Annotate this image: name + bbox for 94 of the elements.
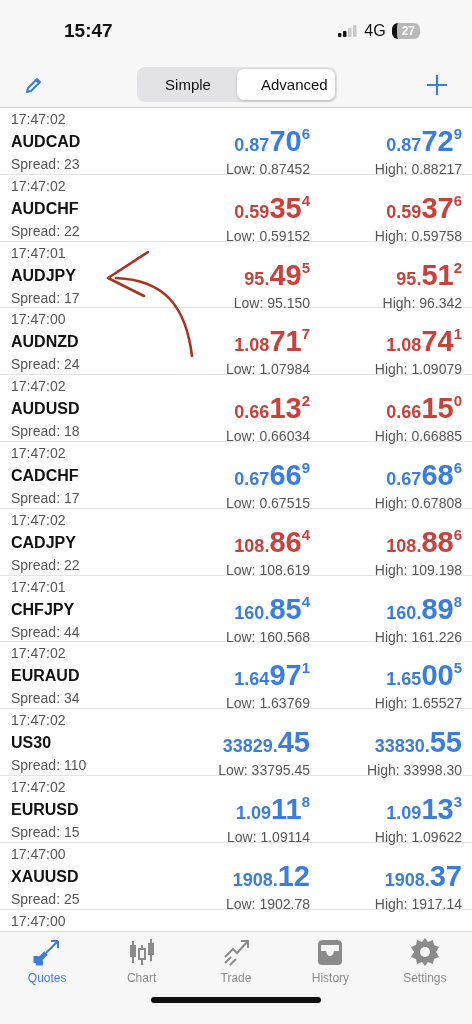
ask-price: 160.89$^{8}$ [386, 593, 462, 627]
tab-bar-item[interactable]: Quotes [0, 937, 95, 985]
spread-label: Spread: 23 [11, 156, 81, 173]
high-label: High: 1917.14 [374, 895, 462, 913]
spread-label: Spread: 17 [11, 490, 81, 507]
symbol-name[interactable]: EURAUD [11, 662, 160, 691]
bid-price: 1.6497$^{1}$ [234, 660, 310, 694]
high-label: High: 33998.30 [367, 762, 462, 780]
high-label: High: 0.66885 [374, 428, 462, 446]
bid-price: 1.0871$^{7}$ [234, 326, 310, 360]
symbol-name[interactable]: XAUUSD [11, 862, 160, 891]
ask-price: 33830.55 [374, 727, 462, 761]
low-label: Low: 0.59152 [225, 227, 310, 245]
spread-label: Spread: 17 [11, 289, 81, 307]
bid-price: 0.6766$^{9}$ [234, 460, 310, 493]
high-label: High: 109.198 [374, 561, 462, 579]
high-label: High: 0.88217 [374, 161, 462, 178]
segment-tab[interactable]: Simple [139, 69, 237, 100]
bid-price: 33829.45 [222, 727, 310, 761]
ask-price: 1908.37 [384, 860, 462, 894]
low-label: Low: 0.66034 [225, 428, 310, 446]
high-label: High: 0.59758 [374, 227, 462, 245]
bid-price: 108.86$^{4}$ [234, 526, 310, 560]
spread-label: Spread: 22 [11, 556, 81, 574]
spread-label: Spread: 44 [11, 623, 81, 641]
quote-time: 17:47:00 [11, 844, 67, 863]
low-label: Low: 1902.78 [225, 895, 310, 913]
ask-price: 95.51$^{2}$ [396, 259, 462, 293]
network-label: 4G [364, 22, 386, 40]
quote-time: 17:47:02 [11, 110, 67, 128]
quote-time: 17:47:02 [11, 510, 67, 529]
quote-time: 17:47:01 [11, 577, 67, 596]
battery-indicator: 27 [391, 23, 420, 39]
quote-time: 17:47:01 [11, 243, 67, 262]
ask-price: 1.6500$^{5}$ [386, 660, 462, 694]
low-label: Low: 0.87452 [225, 161, 310, 178]
symbol-name[interactable]: US30 [11, 729, 160, 758]
bid-price: 1.0911$^{8}$ [235, 793, 310, 827]
quote-time: 17:47:02 [11, 176, 67, 195]
bid-price: 160.85$^{4}$ [234, 593, 310, 627]
low-label: Low: 160.568 [225, 628, 310, 646]
high-label: High: 1.09079 [374, 361, 462, 379]
quote-time: 17:47:02 [11, 644, 67, 663]
quote-time: 17:47:00 [11, 911, 67, 930]
spread-label: Spread: 18 [11, 423, 81, 441]
quote-time: 17:47:02 [11, 711, 67, 730]
quote-time: 17:47:00 [11, 310, 67, 329]
quote-time: 17:47:02 [11, 377, 67, 396]
low-label: Low: 95.150 [233, 294, 310, 312]
low-label: Low: 1.09114 [226, 828, 310, 846]
symbol-name[interactable]: AUDCAD [11, 128, 160, 156]
ask-price: 1.0874$^{1}$ [386, 326, 462, 360]
high-label: High: 161.226 [374, 628, 462, 646]
ask-price: 0.6615$^{0}$ [386, 393, 462, 427]
high-label: High: 1.09622 [374, 828, 462, 846]
symbol-name[interactable]: AUDUSD [11, 395, 160, 424]
symbol-name[interactable]: AUDNZD [11, 328, 160, 357]
add-icon[interactable] [426, 73, 448, 96]
spread-label: Spread: 15 [11, 823, 81, 841]
symbol-name[interactable]: CADJPY [11, 528, 160, 557]
high-label: High: 0.67808 [374, 495, 462, 512]
low-label: Low: 1.63769 [225, 695, 310, 713]
ask-price: 0.6768$^{6}$ [386, 460, 462, 493]
symbol-name[interactable]: CADCHF [11, 462, 160, 490]
signal-icon [338, 25, 359, 37]
symbol-name[interactable]: AUDCHF [11, 194, 160, 223]
quote-time: 17:47:02 [11, 444, 67, 462]
spread-label: Spread: 34 [11, 690, 81, 708]
symbol-name[interactable]: AUDJPY [11, 261, 160, 290]
ask-price: 108.88$^{6}$ [386, 526, 462, 560]
ask-price: 1.0913$^{3}$ [386, 793, 462, 827]
quote-time: 17:47:02 [11, 777, 67, 796]
bid-price: 0.5935$^{4}$ [234, 192, 310, 226]
spread-label: Spread: 22 [11, 222, 81, 240]
spread-label: Spread: 25 [11, 890, 81, 908]
symbol-name[interactable]: EURUSD [11, 795, 160, 824]
bid-price: 0.6613$^{2}$ [234, 393, 310, 427]
low-label: Low: 33795.45 [218, 762, 310, 780]
spread-label: Spread: 110 [11, 757, 88, 775]
bid-price: 0.8770$^{6}$ [234, 126, 310, 159]
low-label: Low: 108.619 [225, 561, 310, 579]
spread-label: Spread: 24 [11, 356, 81, 374]
high-label: High: 96.342 [382, 294, 462, 312]
low-label: Low: 0.67515 [225, 495, 310, 512]
settings-icon [409, 937, 440, 967]
high-label: High: 1.65527 [374, 695, 462, 713]
ask-price: 0.5937$^{6}$ [386, 192, 462, 226]
ask-price: 0.8772$^{9}$ [386, 126, 462, 159]
bid-price: 95.49$^{5}$ [244, 259, 310, 293]
status-time: 15:47 [64, 20, 113, 42]
low-label: Low: 1.07984 [225, 361, 310, 379]
segment-tab[interactable]: Advanced [237, 69, 335, 100]
bid-price: 1908.12 [232, 860, 310, 894]
symbol-name[interactable]: CHFJPY [11, 595, 160, 624]
